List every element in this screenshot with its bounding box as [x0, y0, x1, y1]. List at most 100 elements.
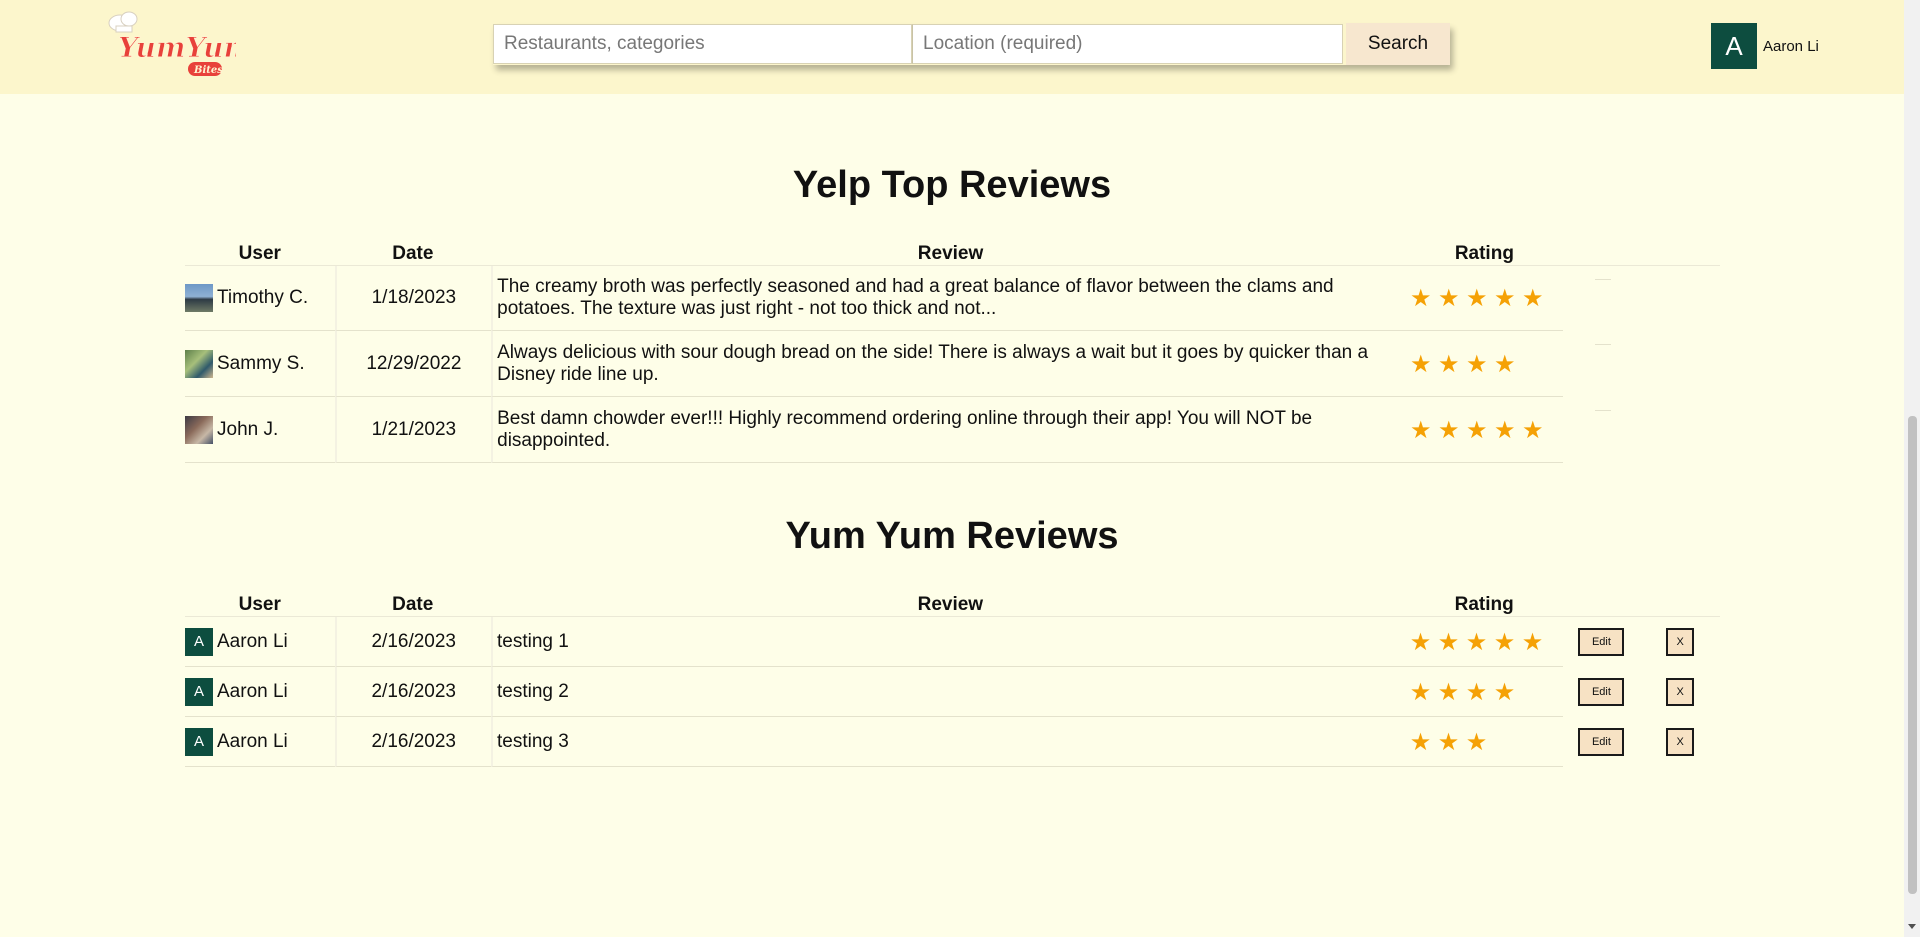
empty-cell: [1563, 397, 1641, 463]
table-row: Sammy S. 12/29/2022 Always delicious wit…: [185, 331, 1720, 397]
yelp-reviews-table: User Date Review Rating Timothy C. 1/18/…: [185, 237, 1720, 463]
empty-cell: [1641, 397, 1720, 463]
delete-review-button[interactable]: X: [1666, 628, 1695, 656]
rating: ★ ★ ★ ★: [1405, 331, 1563, 397]
column-header-review: Review: [491, 237, 1406, 266]
user-cell: John J.: [185, 397, 335, 463]
column-header-empty: [1640, 237, 1720, 266]
star-rating: ★ ★ ★ ★ ★: [1406, 627, 1563, 656]
edit-review-button[interactable]: Edit: [1578, 678, 1625, 706]
table-row: John J. 1/21/2023 Best damn chowder ever…: [185, 397, 1720, 463]
edit-review-button[interactable]: Edit: [1578, 728, 1625, 756]
delete-cell: X: [1640, 667, 1720, 717]
review-text: testing 2: [490, 667, 1406, 717]
column-header-empty: [1562, 237, 1641, 266]
star-icon: ★: [1521, 627, 1544, 656]
column-header-rating: Rating: [1405, 237, 1563, 266]
star-icon: ★: [1437, 727, 1460, 756]
star-rating: ★ ★ ★ ★ ★: [1406, 415, 1563, 444]
column-header-user: User: [185, 588, 335, 617]
user-cell: A Aaron Li: [185, 717, 335, 767]
star-rating: ★ ★ ★: [1406, 727, 1563, 756]
table-row: A Aaron Li 2/16/2023 testing 3 ★ ★ ★ Edit …: [185, 717, 1720, 767]
star-icon: ★: [1409, 627, 1432, 656]
yelp-reviews-title: Yelp Top Reviews: [792, 164, 1112, 206]
star-icon: ★: [1465, 727, 1488, 756]
svg-text:YumYum: YumYum: [118, 31, 236, 64]
star-icon: ★: [1409, 415, 1432, 444]
user-menu[interactable]: A Aaron Li: [1711, 23, 1819, 69]
user-name: Aaron Li: [217, 730, 288, 752]
star-icon: ★: [1437, 627, 1460, 656]
edit-cell: Edit: [1563, 617, 1641, 667]
user-name[interactable]: Aaron Li: [1763, 38, 1819, 55]
empty-cell: [1641, 331, 1720, 397]
avatar[interactable]: A: [1711, 23, 1757, 69]
star-icon: ★: [1409, 727, 1432, 756]
divider: [1594, 410, 1611, 411]
column-header-empty: [1640, 588, 1720, 617]
delete-review-button[interactable]: X: [1666, 728, 1695, 756]
empty-cell: [1641, 266, 1720, 331]
location-input[interactable]: [912, 24, 1343, 64]
delete-cell: X: [1640, 617, 1720, 667]
review-date: 12/29/2022: [334, 331, 492, 397]
edit-review-button[interactable]: Edit: [1578, 628, 1625, 656]
search-bar: Search: [493, 23, 1450, 65]
user-cell: A Aaron Li: [185, 617, 335, 667]
scroll-down-icon[interactable]: [1908, 924, 1916, 929]
yumyum-reviews-title: Yum Yum Reviews: [785, 515, 1119, 557]
divider: [1594, 344, 1611, 345]
edit-cell: Edit: [1563, 717, 1641, 767]
star-icon: ★: [1409, 677, 1432, 706]
star-icon: ★: [1437, 415, 1460, 444]
delete-cell: X: [1640, 717, 1720, 767]
star-icon: ★: [1521, 284, 1544, 312]
star-icon: ★: [1409, 284, 1432, 312]
rating: ★ ★ ★ ★: [1405, 667, 1563, 717]
svg-text:Bites: Bites: [193, 65, 223, 76]
table-row: A Aaron Li 2/16/2023 testing 1 ★ ★ ★ ★ ★ Edi…: [185, 617, 1720, 667]
user-cell: Sammy S.: [185, 331, 335, 397]
review-date: 2/16/2023: [334, 717, 491, 767]
page-scrollbar[interactable]: [1904, 0, 1920, 937]
top-navbar: YumYum Bites Search A Aaron Li: [0, 0, 1904, 94]
review-date: 2/16/2023: [334, 617, 491, 667]
edit-cell: Edit: [1563, 667, 1641, 717]
search-input[interactable]: [493, 24, 912, 64]
star-icon: ★: [1409, 349, 1432, 378]
star-rating: ★ ★ ★ ★ ★: [1406, 284, 1563, 312]
star-icon: ★: [1465, 349, 1488, 378]
review-date: 1/21/2023: [334, 397, 492, 463]
empty-cell: [1563, 266, 1641, 331]
divider: [1594, 278, 1611, 280]
star-icon: ★: [1493, 349, 1516, 378]
table-row: A Aaron Li 2/16/2023 testing 2 ★ ★ ★ ★ Edit…: [185, 667, 1720, 717]
review-date: 2/16/2023: [334, 667, 491, 717]
column-header-date: Date: [334, 237, 492, 266]
star-icon: ★: [1493, 677, 1516, 706]
search-button[interactable]: Search: [1346, 23, 1450, 65]
review-text: testing 1: [490, 617, 1406, 667]
avatar: A: [185, 627, 213, 656]
star-icon: ★: [1437, 349, 1460, 378]
star-icon: ★: [1437, 677, 1460, 706]
scrollbar-thumb[interactable]: [1908, 416, 1917, 894]
yumyum-reviews-table: User Date Review Rating A Aaron Li 2/16/…: [185, 588, 1720, 767]
user-name: Sammy S.: [217, 352, 305, 374]
user-cell: A Aaron Li: [185, 667, 335, 717]
star-rating: ★ ★ ★ ★: [1406, 349, 1563, 378]
column-header-user: User: [185, 237, 335, 266]
review-text: Best damn chowder ever!!! Highly recomme…: [491, 397, 1406, 463]
star-rating: ★ ★ ★ ★: [1406, 677, 1563, 706]
column-header-review: Review: [490, 588, 1406, 617]
column-header-rating: Rating: [1405, 588, 1563, 617]
delete-review-button[interactable]: X: [1666, 678, 1695, 706]
yumyum-bites-logo[interactable]: YumYum Bites: [104, 10, 236, 78]
user-cell: Timothy C.: [185, 266, 335, 331]
star-icon: ★: [1437, 284, 1460, 312]
user-photo: [185, 284, 213, 312]
user-name: Aaron Li: [217, 630, 288, 652]
review-date: 1/18/2023: [334, 266, 492, 331]
rating: ★ ★ ★ ★ ★: [1405, 397, 1563, 463]
